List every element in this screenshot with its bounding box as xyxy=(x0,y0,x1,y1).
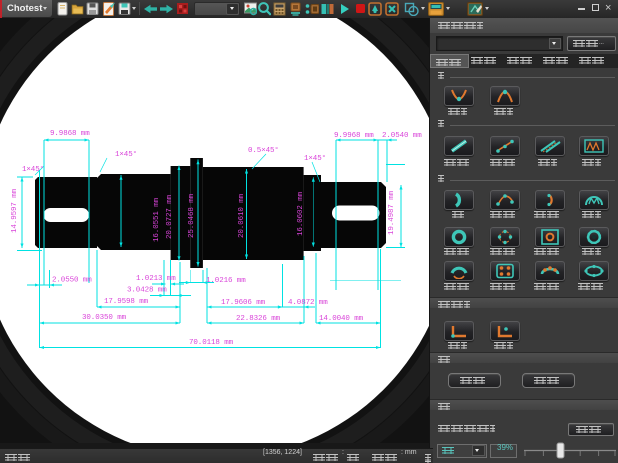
svg-text:25.0468 mm: 25.0468 mm xyxy=(188,193,196,238)
svg-text:14.9597 mm: 14.9597 mm xyxy=(11,188,19,233)
svg-text:9.9868 mm: 9.9868 mm xyxy=(50,130,90,138)
svg-text:1.0213 mm: 1.0213 mm xyxy=(136,275,176,283)
svg-text:30.0350 mm: 30.0350 mm xyxy=(82,314,127,322)
svg-text:0.5×45°: 0.5×45° xyxy=(248,146,279,155)
svg-text:16.0602 mm: 16.0602 mm xyxy=(297,191,305,236)
svg-text:1×45°: 1×45° xyxy=(22,165,44,174)
svg-text:20.0727 mm: 20.0727 mm xyxy=(166,194,174,239)
svg-text:9.9968 mm: 9.9968 mm xyxy=(334,132,374,140)
svg-text:14.0040 mm: 14.0040 mm xyxy=(319,315,364,323)
svg-text:1×45°: 1×45° xyxy=(304,154,326,163)
svg-text:70.0118 mm: 70.0118 mm xyxy=(189,339,234,347)
svg-text:2.0540 mm: 2.0540 mm xyxy=(382,132,422,140)
svg-text:3.0428 mm: 3.0428 mm xyxy=(127,286,167,294)
svg-text:20.0610 mm: 20.0610 mm xyxy=(238,193,246,238)
svg-text:17.9598 mm: 17.9598 mm xyxy=(104,298,149,306)
svg-text:22.8326 mm: 22.8326 mm xyxy=(236,315,281,323)
svg-text:17.9606 mm: 17.9606 mm xyxy=(221,299,266,307)
svg-text:1.0216 mm: 1.0216 mm xyxy=(206,277,246,285)
svg-text:1×45°: 1×45° xyxy=(115,150,137,159)
svg-text:4.0872 mm: 4.0872 mm xyxy=(288,299,328,307)
svg-text:2.0550 mm: 2.0550 mm xyxy=(52,277,92,285)
svg-text:16.0551 mm: 16.0551 mm xyxy=(153,197,161,242)
svg-text:19.4987 mm: 19.4987 mm xyxy=(388,190,396,235)
